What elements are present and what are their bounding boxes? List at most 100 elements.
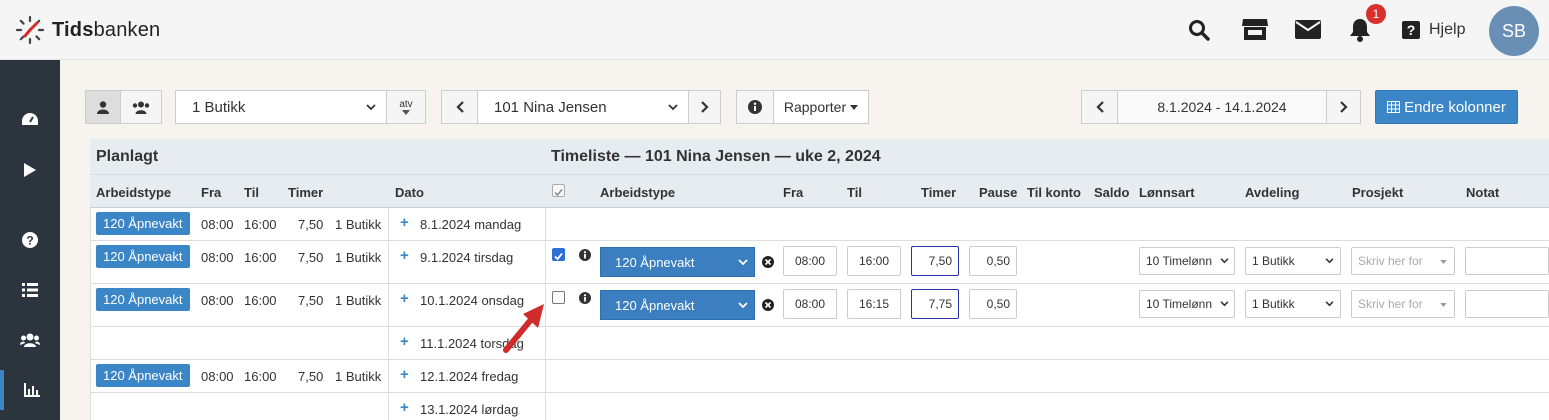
- user-icon: [97, 100, 109, 114]
- from-input[interactable]: 08:00: [783, 246, 837, 276]
- remove-icon[interactable]: [762, 299, 774, 311]
- sidebar-item-dashboard[interactable]: [0, 100, 60, 140]
- next-employee-button[interactable]: [688, 90, 721, 124]
- help-icon[interactable]: ?: [1402, 21, 1420, 39]
- employee-select[interactable]: 101 Nina Jensen: [477, 90, 689, 124]
- department-select[interactable]: 1 Butikk: [1245, 247, 1341, 275]
- table-header-columns: Arbeidstype Fra Til Timer Dato Arbeidsty…: [90, 175, 1549, 208]
- info-icon[interactable]: [579, 249, 591, 261]
- hours-input[interactable]: 7,75: [911, 289, 959, 319]
- planned-hours: 7,50: [298, 369, 324, 384]
- check-icon: [554, 189, 563, 197]
- single-user-view-button[interactable]: [85, 90, 121, 124]
- col-planned-worktype: Arbeidstype: [96, 185, 172, 200]
- previous-week-button[interactable]: [1081, 90, 1118, 124]
- table-row: 120 Åpnevakt 08:00 16:00 7,50 1 Butikk +…: [90, 208, 1549, 241]
- top-bar: Tidsbanken 1 ? Hjelp SB: [0, 0, 1549, 60]
- group-view-button[interactable]: [120, 90, 162, 124]
- note-input[interactable]: [1465, 290, 1549, 318]
- remove-icon[interactable]: [762, 256, 774, 268]
- search-icon[interactable]: [1188, 19, 1210, 41]
- change-columns-button[interactable]: Endre kolonner: [1375, 90, 1518, 124]
- to-input[interactable]: 16:15: [847, 289, 901, 319]
- atv-sort-button[interactable]: atv: [386, 90, 426, 124]
- select-all-checkbox[interactable]: [552, 184, 565, 197]
- sidebar-item-reports[interactable]: [0, 370, 60, 410]
- add-entry-icon[interactable]: +: [400, 214, 409, 231]
- wage-type-select[interactable]: 10 Timelønn: [1139, 247, 1235, 275]
- annotation-arrow-icon: [503, 304, 544, 353]
- chevron-down-icon: [738, 302, 748, 309]
- from-input[interactable]: 08:00: [783, 289, 837, 319]
- add-entry-icon[interactable]: +: [400, 290, 409, 307]
- next-week-button[interactable]: [1326, 90, 1361, 124]
- planned-from: 08:00: [201, 369, 234, 384]
- pause-input[interactable]: 0,50: [969, 289, 1017, 319]
- row-checkbox[interactable]: [552, 291, 565, 304]
- col-hours: Timer: [921, 185, 957, 200]
- add-entry-icon[interactable]: +: [400, 366, 409, 383]
- brand-name-bold: Tids: [52, 18, 94, 41]
- planned-hours: 7,50: [298, 217, 324, 232]
- worktype-select[interactable]: 120 Åpnevakt: [600, 290, 755, 320]
- timesheet-title: Timeliste — 101 Nina Jensen — uke 2, 202…: [551, 148, 881, 165]
- department-value: 1 Butikk: [1252, 297, 1295, 311]
- avatar[interactable]: SB: [1489, 6, 1539, 56]
- help-link[interactable]: Hjelp: [1429, 21, 1465, 39]
- employee-select-value: 101 Nina Jensen: [494, 98, 607, 116]
- project-select[interactable]: Skriv her for: [1351, 290, 1455, 318]
- chevron-right-icon: [700, 101, 709, 113]
- add-entry-icon[interactable]: +: [400, 399, 409, 416]
- note-input[interactable]: [1465, 247, 1549, 275]
- col-wage-type: Lønnsart: [1139, 185, 1195, 200]
- wage-type-value: 10 Timelønn: [1146, 297, 1213, 311]
- hours-input[interactable]: 7,50: [911, 246, 959, 276]
- pause-input[interactable]: 0,50: [969, 246, 1017, 276]
- date-label: 13.1.2024 lørdag: [420, 402, 519, 417]
- sidebar-item-play[interactable]: [0, 150, 60, 190]
- col-from: Fra: [783, 185, 804, 200]
- to-input[interactable]: 16:00: [847, 246, 901, 276]
- date-label: 9.1.2024 tirsdag: [420, 250, 514, 265]
- department-select[interactable]: 1 Butikk: [1245, 290, 1341, 318]
- logo[interactable]: Tidsbanken: [14, 14, 160, 46]
- previous-employee-button[interactable]: [441, 90, 478, 124]
- caret-down-icon: [1440, 303, 1447, 307]
- table-header-titles: Planlagt Timeliste — 101 Nina Jensen — u…: [90, 139, 1549, 175]
- users-icon: [20, 333, 40, 347]
- mail-icon[interactable]: [1295, 20, 1321, 39]
- date-range-display[interactable]: 8.1.2024 - 14.1.2024: [1117, 90, 1327, 124]
- sidebar-item-list[interactable]: [0, 270, 60, 310]
- logo-icon: [15, 15, 45, 45]
- wage-type-select[interactable]: 10 Timelønn: [1139, 290, 1235, 318]
- sidebar-item-users[interactable]: [0, 320, 60, 360]
- row-checkbox[interactable]: [552, 248, 565, 261]
- store-icon[interactable]: [1241, 17, 1269, 41]
- planned-hours: 7,50: [298, 250, 324, 265]
- planned-from: 08:00: [201, 217, 234, 232]
- planned-hours: 7,50: [298, 293, 324, 308]
- store-select-value: 1 Butikk: [192, 98, 246, 116]
- planned-from: 08:00: [201, 250, 234, 265]
- worktype-select[interactable]: 120 Åpnevakt: [600, 247, 755, 277]
- planned-to: 16:00: [244, 217, 277, 232]
- planned-worktype-tag: 120 Åpnevakt: [96, 288, 190, 311]
- planned-worktype-tag: 120 Åpnevakt: [96, 245, 190, 268]
- col-date: Dato: [395, 185, 424, 200]
- add-entry-icon[interactable]: +: [400, 333, 409, 350]
- planned-dept: 1 Butikk: [335, 293, 382, 308]
- info-button[interactable]: [736, 90, 774, 124]
- group-icon: [132, 101, 150, 114]
- table-icon: [1387, 101, 1401, 113]
- bar-chart-icon: [24, 383, 40, 397]
- info-icon[interactable]: [579, 292, 591, 304]
- planned-dept: 1 Butikk: [335, 250, 382, 265]
- play-icon: [24, 163, 36, 177]
- project-select[interactable]: Skriv her for: [1351, 247, 1455, 275]
- add-entry-icon[interactable]: +: [400, 247, 409, 264]
- caret-down-icon: [1440, 260, 1447, 264]
- reports-dropdown[interactable]: Rapporter: [773, 90, 869, 124]
- store-select[interactable]: 1 Butikk: [175, 90, 387, 124]
- sidebar-item-help[interactable]: ?: [0, 220, 60, 260]
- chevron-down-icon: [1325, 258, 1334, 264]
